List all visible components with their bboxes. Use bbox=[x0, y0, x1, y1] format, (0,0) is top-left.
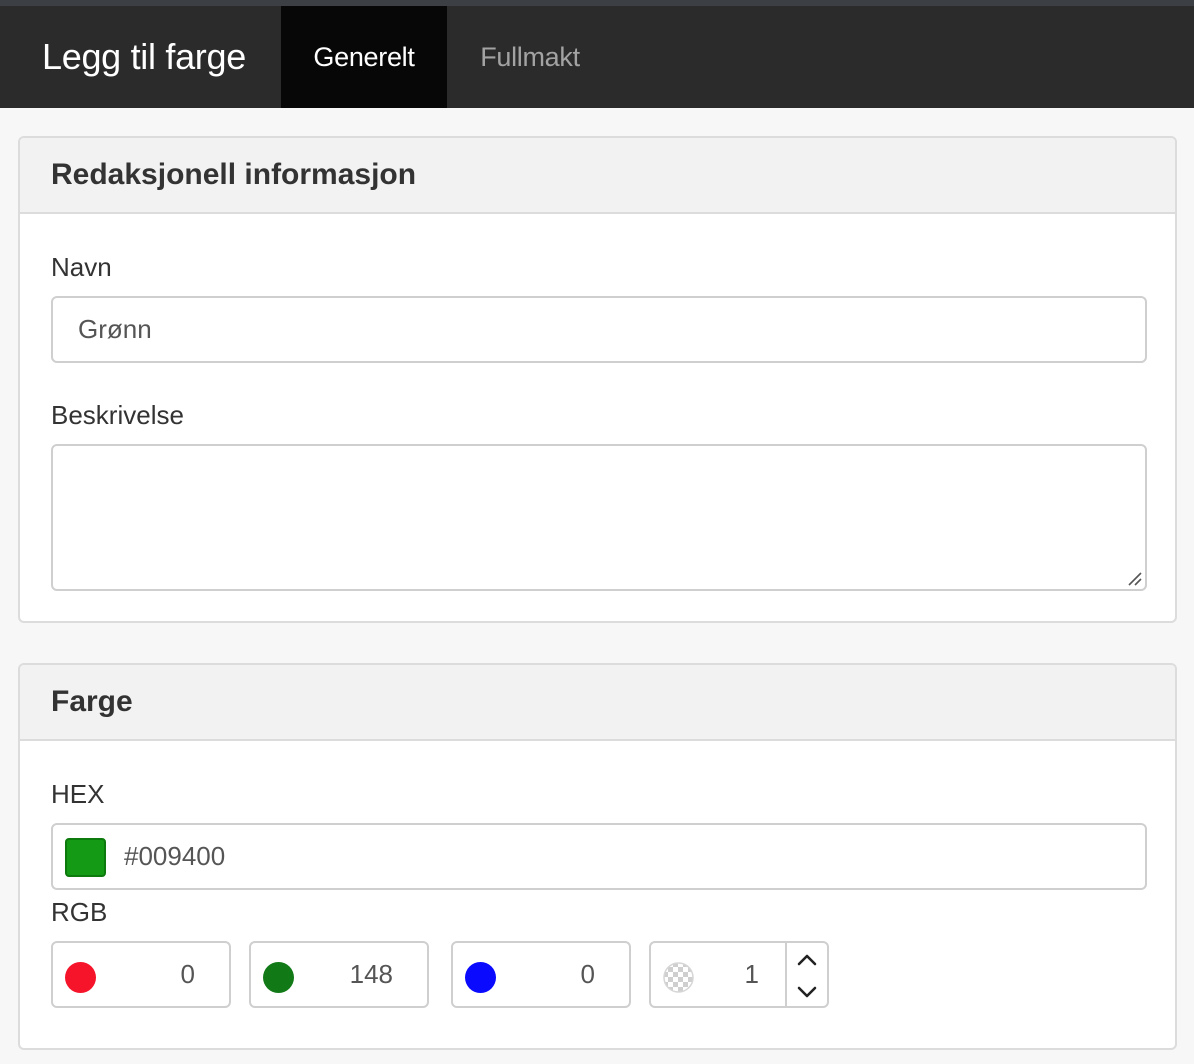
name-field-value: Grønn bbox=[78, 314, 152, 344]
hex-field[interactable]: #009400 bbox=[51, 823, 1147, 890]
hex-field-value: #009400 bbox=[124, 841, 226, 871]
hex-label: HEX bbox=[51, 779, 105, 809]
color-panel-heading: Farge bbox=[20, 665, 1175, 741]
green-input[interactable]: 148 bbox=[249, 941, 429, 1008]
editorial-panel-heading: Redaksjonell informasjon bbox=[20, 138, 1175, 214]
green-channel-icon bbox=[263, 962, 294, 993]
resize-handle-icon[interactable] bbox=[1126, 570, 1142, 586]
color-panel: Farge HEX #009400 RGB 0 148 0 1 bbox=[18, 663, 1177, 1050]
blue-channel-icon bbox=[465, 962, 496, 993]
blue-value: 0 bbox=[580, 959, 595, 989]
blue-input[interactable]: 0 bbox=[451, 941, 631, 1008]
page-title: Legg til farge bbox=[42, 36, 246, 77]
color-swatch[interactable] bbox=[65, 838, 106, 877]
top-bar: Legg til farge Generelt Fullmakt bbox=[0, 0, 1194, 108]
alpha-input[interactable]: 1 bbox=[649, 941, 829, 1008]
tab-generelt[interactable]: Generelt bbox=[281, 6, 447, 108]
rgb-label: RGB bbox=[51, 897, 108, 927]
red-input[interactable]: 0 bbox=[51, 941, 231, 1008]
green-value: 148 bbox=[349, 959, 393, 989]
tab-fullmakt[interactable]: Fullmakt bbox=[447, 6, 613, 108]
red-value: 0 bbox=[180, 959, 195, 989]
description-label: Beskrivelse bbox=[51, 400, 184, 430]
red-channel-icon bbox=[65, 962, 96, 993]
editorial-panel: Redaksjonell informasjon Navn Grønn Besk… bbox=[18, 136, 1177, 623]
description-textarea[interactable] bbox=[51, 444, 1147, 591]
chevron-down-icon bbox=[797, 986, 817, 997]
alpha-value: 1 bbox=[744, 959, 759, 989]
transparency-checker-icon bbox=[663, 962, 694, 993]
name-label: Navn bbox=[51, 252, 112, 282]
chevron-up-icon bbox=[797, 954, 817, 965]
decrement-button[interactable] bbox=[787, 976, 827, 1007]
alpha-stepper bbox=[785, 943, 827, 1006]
name-field[interactable]: Grønn bbox=[51, 296, 1147, 363]
increment-button[interactable] bbox=[787, 944, 827, 975]
